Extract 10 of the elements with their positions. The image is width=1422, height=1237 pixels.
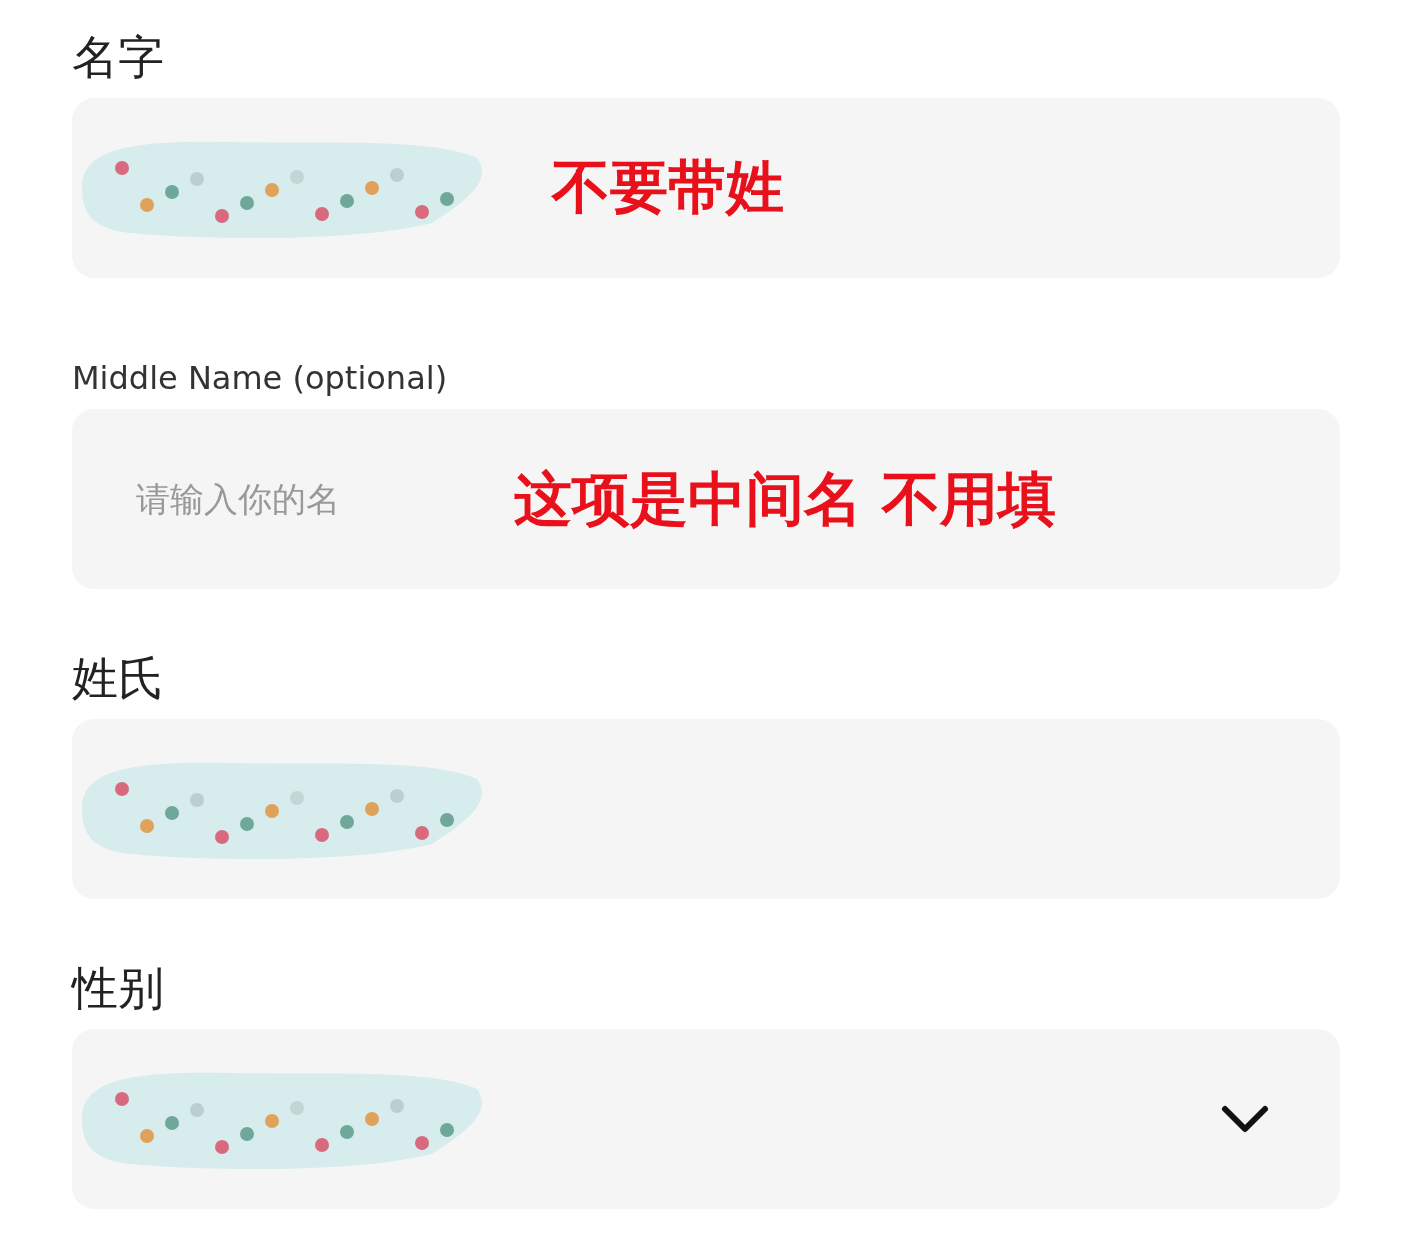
field-label: Middle Name (optional) [72, 357, 449, 399]
input-field[interactable] [72, 719, 1340, 900]
field-label: 姓氏 [72, 650, 165, 708]
field-label: 性别 [72, 960, 165, 1018]
field-label: 名字 [72, 29, 165, 86]
annotation-text: 这项是中间名 不用填 [514, 463, 1057, 535]
select-field[interactable] [72, 1029, 1340, 1209]
input-field[interactable]: 请输入你的名 [134, 472, 514, 526]
annotation-text: 不要带姓 [552, 152, 784, 224]
input-field[interactable]: 不要带姓 [72, 97, 1340, 278]
